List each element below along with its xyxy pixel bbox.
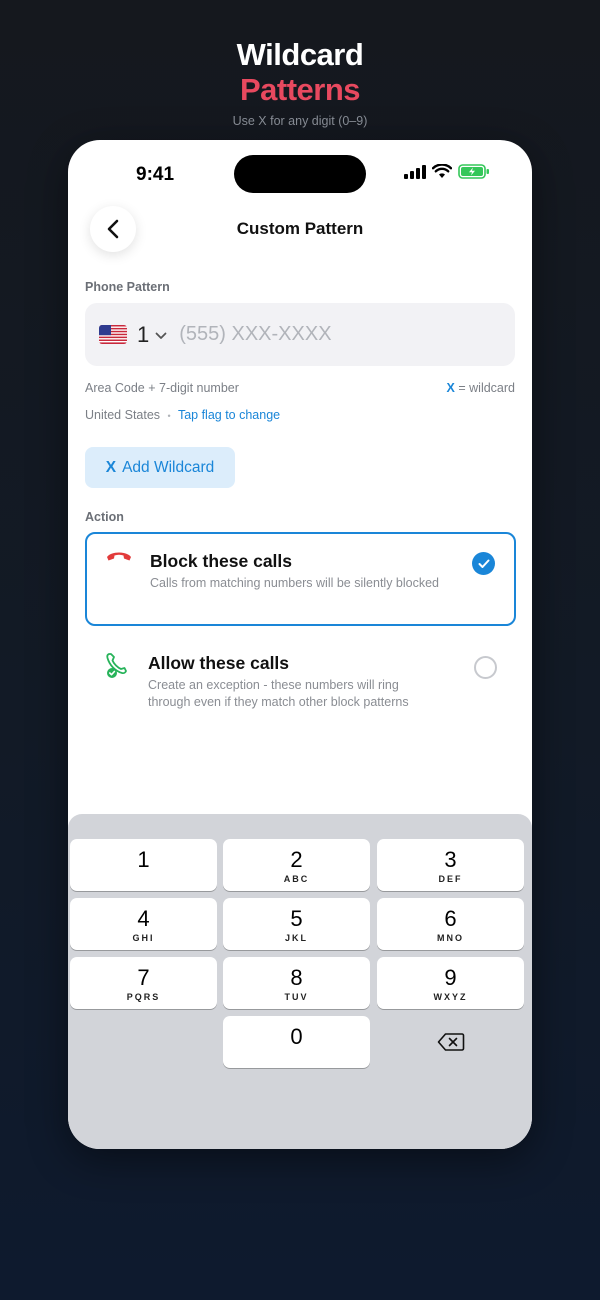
status-time: 9:41 bbox=[136, 164, 175, 185]
allow-calls-description: Create an exception - these numbers will… bbox=[148, 678, 409, 709]
key-4-digit: 4 bbox=[137, 906, 150, 931]
delete-key[interactable] bbox=[377, 1016, 524, 1068]
key-5-letters: JKL bbox=[284, 933, 308, 943]
nav-bar: Custom Pattern bbox=[68, 204, 532, 254]
key-2-letters: ABC bbox=[283, 874, 310, 884]
wifi-icon bbox=[432, 164, 452, 178]
key-3-letters: DEF bbox=[438, 874, 463, 884]
allow-calls-option[interactable]: Allow these calls Create an exception - … bbox=[85, 636, 516, 726]
phone-frame: 9:41 Custom Pattern Phone Pattern 1 (555… bbox=[68, 140, 532, 1149]
key-5-digit: 5 bbox=[290, 906, 303, 931]
key-0-digit: 0 bbox=[290, 1024, 303, 1049]
cellular-signal-icon bbox=[404, 164, 426, 179]
promo-title-line1: Wildcard bbox=[236, 37, 364, 72]
block-calls-description: Calls from matching numbers will be sile… bbox=[150, 576, 440, 590]
battery-charging-icon bbox=[458, 164, 489, 179]
page-title: Custom Pattern bbox=[236, 219, 364, 238]
dynamic-island bbox=[234, 155, 366, 193]
key-6[interactable]: 6 MNO bbox=[377, 898, 524, 950]
phone-check-icon bbox=[106, 653, 127, 678]
promo-header: Wildcard Patterns Use X for any digit (0… bbox=[0, 37, 600, 129]
allow-calls-title: Allow these calls bbox=[148, 653, 290, 673]
backspace-icon bbox=[437, 1033, 464, 1051]
country-hint-separator: • bbox=[167, 411, 171, 421]
country-code[interactable]: 1 bbox=[137, 322, 149, 348]
key-4[interactable]: 4 GHI bbox=[70, 898, 217, 950]
key-9-letters: WXYZ bbox=[433, 992, 468, 1002]
key-2[interactable]: 2 ABC bbox=[223, 839, 370, 891]
status-bar: 9:41 bbox=[68, 140, 532, 210]
key-8-digit: 8 bbox=[290, 965, 303, 990]
key-5[interactable]: 5 JKL bbox=[223, 898, 370, 950]
key-1[interactable]: 1 bbox=[70, 839, 217, 891]
checkmark-icon bbox=[478, 559, 489, 568]
key-7-letters: PQRS bbox=[126, 992, 161, 1002]
chevron-down-icon[interactable] bbox=[155, 332, 167, 340]
wildcard-legend: X = wildcard bbox=[447, 381, 515, 395]
add-wildcard-x: X bbox=[105, 458, 117, 476]
phone-pattern-label: Phone Pattern bbox=[85, 280, 170, 294]
wildcard-legend-x: X bbox=[446, 381, 455, 395]
block-calls-title: Block these calls bbox=[150, 551, 293, 571]
key-0[interactable]: 0 bbox=[223, 1016, 370, 1068]
phone-pattern-field: 1 bbox=[85, 303, 515, 366]
key-9[interactable]: 9 WXYZ bbox=[377, 957, 524, 1009]
add-wildcard-label: Add Wildcard bbox=[122, 458, 215, 476]
action-label: Action bbox=[85, 510, 124, 524]
key-4-letters: GHI bbox=[132, 933, 155, 943]
phone-pattern-input[interactable] bbox=[179, 323, 460, 346]
us-flag-icon bbox=[99, 325, 127, 344]
wildcard-legend-text: = wildcard bbox=[458, 381, 515, 395]
block-calls-radio[interactable] bbox=[472, 552, 495, 575]
key-8[interactable]: 8 TUV bbox=[223, 957, 370, 1009]
add-wildcard-button[interactable]: X Add Wildcard bbox=[85, 447, 235, 488]
country-hint: United States • Tap flag to change bbox=[85, 408, 280, 422]
country-flag-button[interactable] bbox=[99, 325, 127, 344]
key-3[interactable]: 3 DEF bbox=[377, 839, 524, 891]
pattern-format-hint: Area Code + 7-digit number bbox=[85, 381, 239, 395]
key-2-digit: 2 bbox=[290, 847, 303, 872]
key-1-digit: 1 bbox=[137, 847, 150, 872]
numeric-keypad: 1 2 ABC 3 DEF 4 GHI 5 JKL 6 MNO 7 PQRS 8 bbox=[68, 814, 532, 1149]
key-8-letters: TUV bbox=[284, 992, 309, 1002]
allow-calls-radio[interactable] bbox=[474, 656, 497, 679]
key-6-digit: 6 bbox=[444, 906, 457, 931]
change-country-link[interactable]: Tap flag to change bbox=[178, 408, 280, 422]
country-name: United States bbox=[85, 408, 161, 422]
key-6-letters: MNO bbox=[437, 933, 464, 943]
status-icons bbox=[404, 164, 490, 179]
key-7-digit: 7 bbox=[137, 965, 150, 990]
block-calls-option[interactable]: Block these calls Calls from matching nu… bbox=[85, 532, 516, 626]
key-3-digit: 3 bbox=[444, 847, 457, 872]
key-9-digit: 9 bbox=[444, 965, 457, 990]
key-7[interactable]: 7 PQRS bbox=[70, 957, 217, 1009]
promo-title-line2: Patterns bbox=[239, 72, 361, 107]
phone-hangup-icon bbox=[107, 552, 131, 561]
promo-subtitle: Use X for any digit (0–9) bbox=[232, 114, 368, 128]
